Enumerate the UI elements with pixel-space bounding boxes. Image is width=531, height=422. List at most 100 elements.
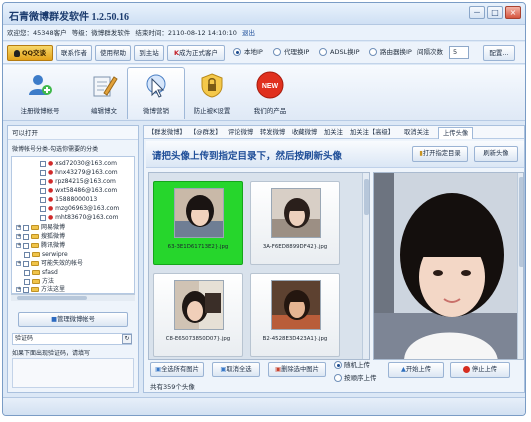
group-checkbox[interactable] bbox=[24, 251, 30, 258]
avatar-count: 共有359个头像 bbox=[150, 383, 195, 391]
ip-mode-proxy-radio[interactable] bbox=[273, 48, 281, 56]
tab-mass-mention[interactable]: 【@群发】 bbox=[190, 127, 221, 139]
config-button[interactable]: 配置... bbox=[483, 45, 515, 61]
group-checkbox[interactable] bbox=[24, 278, 30, 285]
gallery-scroll-knob[interactable] bbox=[364, 179, 369, 215]
account-email: hnx43279@163.com bbox=[55, 169, 118, 176]
ip-mode-local-label: 本地IP bbox=[244, 48, 263, 56]
tree-group-row[interactable]: + 可能失效的帐号 bbox=[16, 259, 83, 268]
delete-selected-button[interactable]: ▣删除选中图片 bbox=[268, 362, 326, 377]
group-label: 网易微博 bbox=[41, 224, 66, 231]
expand-icon[interactable]: + bbox=[16, 225, 21, 230]
tree-group-row[interactable]: + 腾讯微博 bbox=[16, 241, 65, 250]
ip-mode-router-radio[interactable] bbox=[369, 48, 377, 56]
tab-upload-avatar[interactable]: 上传头像 bbox=[438, 127, 474, 139]
account-checkbox[interactable] bbox=[40, 214, 46, 221]
select-all-label: 全选所有图片 bbox=[161, 366, 199, 373]
minimize-button[interactable]: － bbox=[469, 6, 485, 19]
tree-account-row[interactable]: ● xsd72030@163.com bbox=[40, 159, 117, 168]
account-checkbox[interactable] bbox=[40, 196, 46, 203]
account-checkbox[interactable] bbox=[40, 205, 46, 212]
avatar-thumb[interactable]: 63-3E1D61713E2}.jpg bbox=[153, 181, 243, 265]
tab-follow-advanced[interactable]: 加关注【高级】 bbox=[350, 127, 394, 139]
tree-hscrollbar[interactable] bbox=[11, 294, 135, 301]
tab-repost[interactable]: 转发微博 bbox=[260, 127, 285, 139]
tree-account-row[interactable]: ● wxt58486@163.com bbox=[40, 186, 117, 195]
nav-register-account[interactable]: 注册微博帐号 bbox=[11, 67, 69, 119]
app-window: 石青微博群发软件 1.2.50.16 － □ × 欢迎您：45348客户 等级：… bbox=[2, 2, 526, 416]
group-checkbox[interactable] bbox=[23, 260, 29, 267]
upload-random-radio[interactable] bbox=[334, 361, 342, 369]
tree-group-row[interactable]: + 方法这里 bbox=[16, 285, 65, 293]
start-upload-button[interactable]: ▲开始上传 bbox=[388, 362, 444, 378]
tab-unfollow[interactable]: 取消关注 bbox=[404, 127, 429, 139]
ip-mode-local-radio[interactable] bbox=[233, 48, 241, 56]
tree-group-row[interactable]: + 网易微博 bbox=[16, 223, 65, 232]
folder-icon bbox=[32, 270, 40, 275]
tree-hscroll-knob[interactable] bbox=[17, 296, 87, 300]
avatar-thumb[interactable]: C8-E65073850D07}.jpg bbox=[153, 273, 243, 357]
refresh-avatars-button[interactable]: 刷新头像 bbox=[474, 146, 518, 162]
manage-accounts-button[interactable]: ■管理微博帐号 bbox=[18, 312, 128, 327]
group-checkbox[interactable] bbox=[23, 286, 29, 293]
logout-link[interactable]: 退出 bbox=[242, 29, 255, 37]
marketing-panel: 【群发微博】 【@群发】 评论微博 转发微博 收藏微博 加关注 加关注【高级】 … bbox=[143, 125, 525, 393]
open-folder-button[interactable]: ▮打开指定目录 bbox=[412, 146, 468, 162]
forum-button[interactable]: 到主站 bbox=[134, 45, 164, 61]
preview-scrollbar[interactable] bbox=[517, 173, 523, 359]
contact-author-button[interactable]: 联系作者 bbox=[56, 45, 92, 61]
account-checkbox[interactable] bbox=[40, 169, 46, 176]
gallery-scrollbar[interactable] bbox=[362, 173, 369, 359]
tab-comment[interactable]: 评论微博 bbox=[228, 127, 253, 139]
help-button[interactable]: 使用帮助 bbox=[95, 45, 131, 61]
upload-sequential-radio[interactable] bbox=[334, 374, 342, 382]
tree-group-row[interactable]: serwipre bbox=[24, 250, 68, 259]
expand-icon[interactable]: + bbox=[16, 234, 21, 239]
tab-mass-post[interactable]: 【群发微博】 bbox=[148, 127, 186, 139]
nav-anti-ban[interactable]: 防止被K设置 bbox=[183, 67, 241, 119]
close-button[interactable]: × bbox=[505, 6, 521, 19]
group-checkbox[interactable] bbox=[24, 269, 30, 276]
upgrade-label: 成为正式客户 bbox=[179, 49, 219, 57]
stop-icon bbox=[462, 365, 470, 373]
upgrade-button[interactable]: K成为正式客户 bbox=[167, 45, 225, 61]
ip-mode-adsl-radio[interactable] bbox=[319, 48, 327, 56]
stop-upload-button[interactable]: 停止上传 bbox=[450, 362, 510, 378]
interval-input[interactable]: 5 bbox=[449, 46, 469, 59]
expand-icon[interactable]: + bbox=[16, 287, 21, 292]
account-tree[interactable]: ● xsd72030@163.com ● hnx43279@163.com ● … bbox=[11, 156, 135, 294]
tab-favorite[interactable]: 收藏微博 bbox=[292, 127, 317, 139]
avatar-filename: C8-E65073850D07}.jpg bbox=[165, 336, 231, 342]
avatar-thumb[interactable]: 3A-F6ED8899DF42}.jpg bbox=[250, 181, 340, 265]
group-checkbox[interactable] bbox=[23, 242, 29, 249]
account-checkbox[interactable] bbox=[40, 160, 46, 167]
tree-account-row[interactable]: ● mzg06963@163.com bbox=[40, 204, 119, 213]
account-checkbox[interactable] bbox=[40, 187, 46, 194]
tree-account-row[interactable]: ● 15888000013 bbox=[40, 195, 97, 204]
expand-icon[interactable]: + bbox=[16, 261, 21, 266]
tree-account-row[interactable]: ● rpz84215@163.com bbox=[40, 177, 116, 186]
folder-icon bbox=[32, 279, 40, 284]
captcha-field[interactable]: 验证码 bbox=[12, 333, 132, 345]
nav-our-products[interactable]: NEW 我们的产品 bbox=[241, 67, 299, 119]
expand-icon[interactable]: + bbox=[16, 243, 21, 248]
avatar-image bbox=[271, 188, 321, 238]
deselect-all-button[interactable]: ▣取消全选 bbox=[212, 362, 260, 377]
tree-account-row[interactable]: ● hnx43279@163.com bbox=[40, 168, 118, 177]
tree-account-row[interactable]: ● mht83670@163.com bbox=[40, 213, 118, 222]
avatar-thumb[interactable]: B2-4528E3D423A1}.jpg bbox=[250, 273, 340, 357]
group-checkbox[interactable] bbox=[23, 233, 29, 240]
maximize-button[interactable]: □ bbox=[487, 6, 503, 19]
tree-group-row[interactable]: + 搜狐微博 bbox=[16, 232, 65, 241]
captcha-refresh-button[interactable]: ↻ bbox=[122, 334, 132, 344]
nav-register-label: 注册微博帐号 bbox=[20, 107, 60, 115]
select-all-button[interactable]: ▣全选所有图片 bbox=[150, 362, 204, 377]
account-checkbox[interactable] bbox=[40, 178, 46, 185]
nav-marketing[interactable]: 微博营销 bbox=[127, 67, 185, 119]
preview-scroll-knob[interactable] bbox=[519, 177, 523, 267]
tab-follow[interactable]: 加关注 bbox=[324, 127, 343, 139]
group-checkbox[interactable] bbox=[23, 224, 29, 231]
tree-group-row[interactable]: sfasd bbox=[24, 268, 58, 277]
nav-edit-post[interactable]: 编辑博文 bbox=[75, 67, 133, 119]
qq-chat-button[interactable]: QQ交谈 bbox=[7, 45, 53, 61]
